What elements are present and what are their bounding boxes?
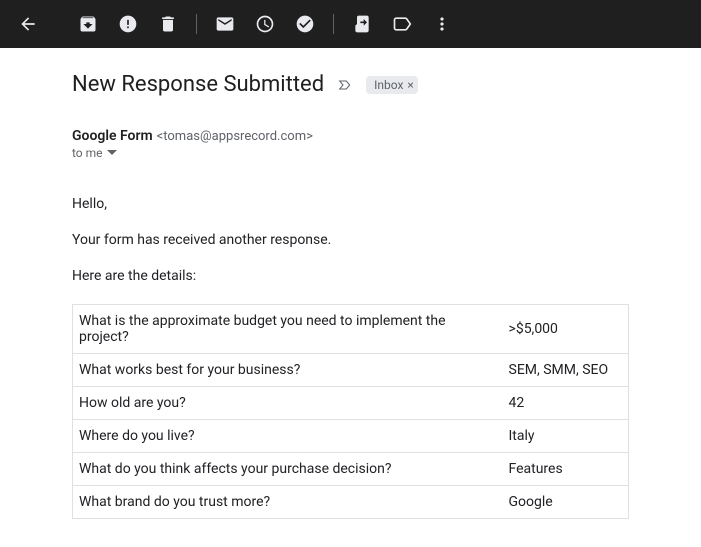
- greeting-text: Hello,: [72, 196, 629, 212]
- more-button[interactable]: [422, 4, 462, 44]
- labels-button[interactable]: [382, 4, 422, 44]
- email-body: Hello, Your form has received another re…: [72, 196, 629, 284]
- snooze-button[interactable]: [245, 4, 285, 44]
- question-cell: How old are you?: [73, 387, 503, 420]
- sender-row: Google Form <tomas@appsrecord.com>: [72, 125, 629, 144]
- question-cell: What brand do you trust more?: [73, 486, 503, 519]
- remove-label-icon[interactable]: ×: [407, 78, 413, 92]
- body-line: Here are the details:: [72, 268, 629, 284]
- answer-cell: 42: [503, 387, 629, 420]
- email-toolbar: [0, 0, 701, 48]
- spam-button[interactable]: [108, 4, 148, 44]
- table-row: What brand do you trust more?Google: [73, 486, 629, 519]
- answer-cell: Google: [503, 486, 629, 519]
- answer-cell: Italy: [503, 420, 629, 453]
- answer-cell: >$5,000: [503, 305, 629, 354]
- toolbar-separator: [333, 14, 334, 34]
- add-to-tasks-button[interactable]: [285, 4, 325, 44]
- answer-cell: SEM, SMM, SEO: [503, 354, 629, 387]
- question-cell: What works best for your business?: [73, 354, 503, 387]
- table-row: How old are you?42: [73, 387, 629, 420]
- archive-button[interactable]: [68, 4, 108, 44]
- response-table: What is the approximate budget you need …: [72, 304, 629, 519]
- inbox-label-chip[interactable]: Inbox ×: [366, 76, 418, 94]
- question-cell: What do you think affects your purchase …: [73, 453, 503, 486]
- toolbar-separator: [196, 14, 197, 34]
- to-text: to me: [72, 146, 103, 160]
- table-row: What do you think affects your purchase …: [73, 453, 629, 486]
- answer-cell: Features: [503, 453, 629, 486]
- table-row: Where do you live?Italy: [73, 420, 629, 453]
- subject-row: New Response Submitted Inbox ×: [72, 72, 629, 97]
- sender-name: Google Form: [72, 128, 153, 144]
- label-text: Inbox: [374, 78, 403, 92]
- body-line: Your form has received another response.: [72, 232, 629, 248]
- table-row: What is the approximate budget you need …: [73, 305, 629, 354]
- back-button[interactable]: [8, 4, 48, 44]
- recipient-dropdown[interactable]: to me: [72, 146, 629, 160]
- email-content: New Response Submitted Inbox × Google Fo…: [0, 48, 701, 519]
- importance-marker-icon[interactable]: [336, 76, 354, 94]
- chevron-down-icon: [107, 148, 117, 158]
- move-to-button[interactable]: [342, 4, 382, 44]
- sender-email: <tomas@appsrecord.com>: [157, 129, 313, 144]
- email-subject: New Response Submitted: [72, 72, 324, 97]
- table-row: What works best for your business?SEM, S…: [73, 354, 629, 387]
- question-cell: Where do you live?: [73, 420, 503, 453]
- mark-unread-button[interactable]: [205, 4, 245, 44]
- question-cell: What is the approximate budget you need …: [73, 305, 503, 354]
- delete-button[interactable]: [148, 4, 188, 44]
